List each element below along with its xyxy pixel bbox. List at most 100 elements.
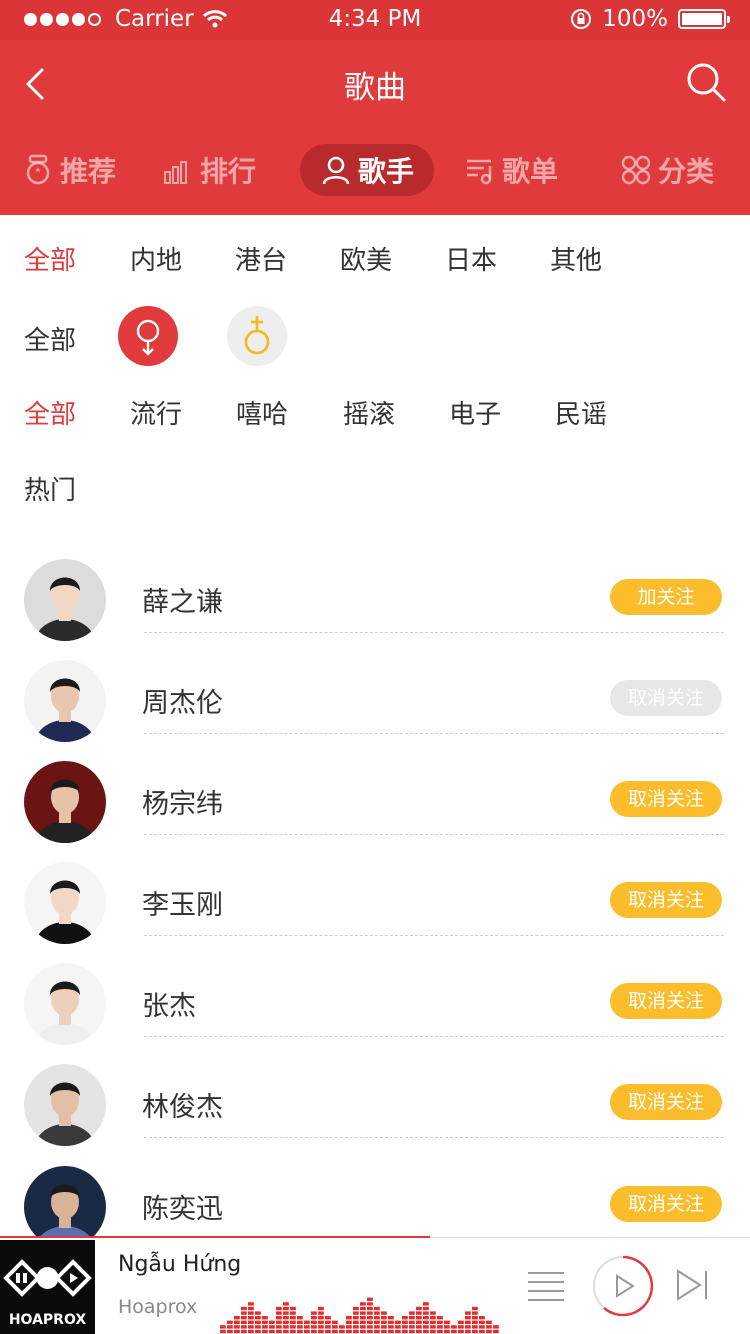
eq-bar-segment [283, 1311, 289, 1315]
eq-bar-segment [437, 1316, 443, 1320]
eq-bar-segment [241, 1316, 247, 1320]
eq-bar-segment [255, 1311, 261, 1315]
category-icon [621, 155, 651, 185]
eq-bar-segment [269, 1320, 275, 1324]
eq-bar-segment [248, 1311, 254, 1315]
region-hk-tw[interactable]: 港台 [235, 240, 287, 277]
eq-bar-segment [332, 1329, 338, 1334]
male-filter-button[interactable] [227, 306, 287, 366]
eq-bar-segment [262, 1325, 268, 1329]
search-icon[interactable] [684, 60, 728, 104]
tab-recommend[interactable]: 推荐 [22, 144, 116, 196]
eq-bar-segment [465, 1329, 471, 1334]
eq-bar-segment [325, 1320, 331, 1324]
mini-player[interactable]: HOAPROX Ngẫu Hứng Hoaprox [0, 1236, 750, 1334]
unfollow-button[interactable]: 取消关注 [610, 1084, 722, 1120]
album-cover[interactable]: HOAPROX [0, 1240, 95, 1334]
genre-pop[interactable]: 流行 [130, 394, 182, 431]
eq-bar-segment [430, 1320, 436, 1324]
genre-all[interactable]: 全部 [24, 394, 76, 431]
singer-row[interactable]: 杨宗纬 取消关注 [0, 752, 750, 853]
eq-bar-segment [465, 1325, 471, 1329]
region-all[interactable]: 全部 [24, 240, 76, 277]
region-western[interactable]: 欧美 [340, 240, 392, 277]
play-icon [616, 1274, 635, 1298]
unfollow-button[interactable]: 取消关注 [610, 680, 722, 716]
female-filter-button[interactable] [118, 306, 178, 366]
eq-bar-segment [360, 1320, 366, 1324]
eq-bar-segment [486, 1325, 492, 1329]
genre-rock[interactable]: 摇滚 [343, 394, 395, 431]
tab-playlist[interactable]: 歌单 [464, 144, 558, 196]
eq-bar-segment [227, 1320, 233, 1324]
singer-avatar[interactable] [24, 559, 106, 641]
singer-row[interactable]: 张杰 取消关注 [0, 954, 750, 1055]
eq-bar-segment [241, 1320, 247, 1324]
region-japan[interactable]: 日本 [445, 240, 497, 277]
eq-bar-segment [283, 1325, 289, 1329]
eq-bar-segment [241, 1311, 247, 1315]
unfollow-button[interactable]: 取消关注 [610, 781, 722, 817]
eq-bar-segment [262, 1329, 268, 1334]
eq-bar-segment [409, 1320, 415, 1324]
eq-bar-segment [290, 1329, 296, 1334]
tab-category[interactable]: 分类 [620, 144, 714, 196]
eq-bar-segment [325, 1325, 331, 1329]
eq-bar-segment [262, 1320, 268, 1324]
eq-bar-segment [283, 1320, 289, 1324]
navbar: 歌曲 [0, 40, 750, 126]
eq-bar-segment [318, 1316, 324, 1320]
singer-row[interactable]: 林俊杰 取消关注 [0, 1055, 750, 1156]
singer-avatar[interactable] [24, 761, 106, 843]
genre-hiphop[interactable]: 嘻哈 [236, 394, 288, 431]
singer-name: 李玉刚 [142, 890, 223, 921]
eq-bar-segment [367, 1306, 373, 1311]
next-track-icon[interactable] [674, 1268, 710, 1302]
progress-bar [0, 1236, 430, 1238]
follow-button[interactable]: 加关注 [610, 579, 722, 615]
singer-avatar[interactable] [24, 1064, 106, 1146]
playlist-queue-icon[interactable] [528, 1270, 564, 1302]
eq-bar-segment [339, 1325, 345, 1329]
genre-folk[interactable]: 民谣 [555, 394, 607, 431]
singer-avatar[interactable] [24, 862, 106, 944]
eq-bar-segment [479, 1325, 485, 1329]
eq-bar-segment [276, 1316, 282, 1320]
region-mainland[interactable]: 内地 [130, 240, 182, 277]
singer-avatar[interactable] [24, 660, 106, 742]
eq-bar-segment [241, 1306, 247, 1311]
eq-bar-segment [395, 1329, 401, 1334]
eq-bar-segment [234, 1316, 240, 1320]
unfollow-button[interactable]: 取消关注 [610, 1186, 722, 1222]
tab-ranking[interactable]: 排行 [162, 144, 256, 196]
eq-bar-segment [360, 1306, 366, 1311]
unfollow-button[interactable]: 取消关注 [610, 882, 722, 918]
singer-row[interactable]: 薛之谦 加关注 [0, 550, 750, 651]
male-icon [227, 306, 287, 366]
play-button[interactable] [592, 1255, 654, 1317]
eq-bar-segment [304, 1325, 310, 1329]
eq-bar-segment [430, 1325, 436, 1329]
eq-bar-segment [451, 1325, 457, 1329]
gender-all[interactable]: 全部 [24, 320, 76, 357]
singer-row[interactable]: 李玉刚 取消关注 [0, 853, 750, 954]
tab-singer[interactable]: 歌手 [300, 144, 435, 196]
eq-bar-segment [248, 1325, 254, 1329]
eq-bar-segment [311, 1320, 317, 1324]
singer-row[interactable]: 周杰伦 取消关注 [0, 651, 750, 752]
category-tabs: 推荐 排行 歌手 歌单 分类 [0, 140, 750, 202]
eq-bar-segment [416, 1329, 422, 1334]
eq-bar-segment [388, 1329, 394, 1334]
region-other[interactable]: 其他 [550, 240, 602, 277]
genre-electronic[interactable]: 电子 [449, 394, 501, 431]
unfollow-button[interactable]: 取消关注 [610, 983, 722, 1019]
eq-bar-segment [227, 1329, 233, 1334]
eq-bar-segment [458, 1325, 464, 1329]
eq-bar-segment [367, 1320, 373, 1324]
singer-avatar[interactable] [24, 963, 106, 1045]
eq-bar-segment [346, 1325, 352, 1329]
eq-bar-segment [381, 1316, 387, 1320]
eq-bar-segment [276, 1329, 282, 1334]
eq-bar-segment [388, 1320, 394, 1324]
album-art: HOAPROX [0, 1240, 95, 1334]
